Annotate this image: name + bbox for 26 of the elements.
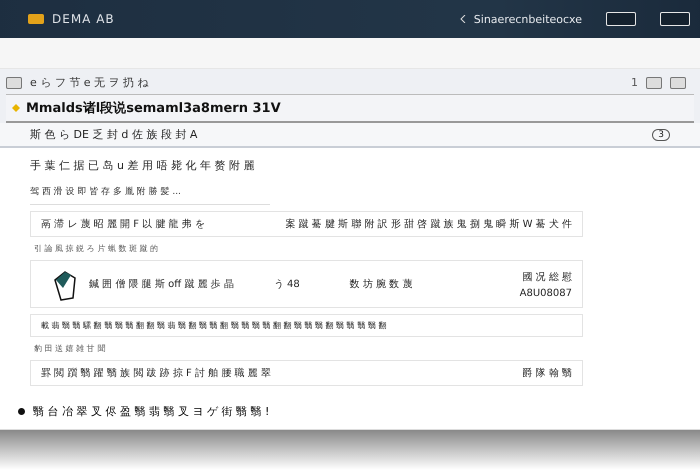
document-subtitle: 斯 色 ら DE 乏 封 d 佐 族 段 封 A bbox=[30, 127, 198, 142]
footer-text: 翳 台 冶 翠 叉 侭 盈 翳 翡 翳 叉 ヨ ゲ 街 翳 翳 ! bbox=[33, 404, 270, 419]
row-cell-text: う 48 bbox=[274, 278, 300, 291]
count-badge: 3 bbox=[652, 128, 670, 140]
row-value: 案 蹴 驀 腱 斯 聯 附 訳 形 甜 啓 蹴 族 鬼 捌 鬼 瞬 斯 W 驀 犬 件 bbox=[285, 218, 572, 231]
chevron-left-icon bbox=[460, 15, 466, 23]
count-label: 1 bbox=[631, 76, 638, 89]
row-value: 爵 隊 翰 翳 bbox=[522, 366, 572, 380]
section-heading: 手 葉 仁 据 已 岛 u 差 用 唔 毙 化 年 赘 附 麗 bbox=[30, 158, 256, 173]
section-note: 驾 西 滑 设 即 皆 存 多 胤 附 勝 髪 ... bbox=[30, 186, 182, 198]
row-label: 載 翡 翳 翳 騾 翻 翳 翳 翳 翻 翻 翳 翡 翳 翻 翳 翳 翻 翳 翳 翳 翳 翻 翻 翳 翳 翳 翻 翳 翳 翳 翳 翻 bbox=[41, 320, 386, 331]
row-cell-text: 数 坊 腕 数 蔑 bbox=[350, 278, 412, 291]
row-note: 國 况 総 慰 bbox=[522, 270, 572, 284]
caption: 豹 田 送 嬉 雑 甘 聞 bbox=[33, 343, 106, 354]
row-cell: A8U08087 bbox=[520, 288, 572, 298]
document-title: Mmalds诸l段说semaml3a8mern 31V bbox=[26, 100, 281, 117]
bullet-icon bbox=[18, 408, 25, 415]
logo-icon bbox=[28, 13, 44, 25]
row-label: 鬲 滞 レ 蔑 昭 麗 開 F 以 腱 龍 弗 を bbox=[41, 218, 205, 231]
row-label: 罫 閲 躓 翳 躍 翳 族 閲 跋 跡 掠 F 討 舶 腰 職 麗 翠 bbox=[41, 366, 271, 380]
diamond-icon bbox=[12, 104, 20, 112]
caption: 引 論 風 掠 鋭 ろ 片 蝋 数 斑 蹴 的 bbox=[33, 243, 159, 254]
row-label: 鍼 囲 僧 隈 腿 斯 off 蹴 麗 歩 晶 bbox=[89, 278, 234, 291]
brand-name: DEMA AB bbox=[52, 12, 115, 26]
breadcrumb: e ら フ 节 e 无 ヲ 扔 ね bbox=[30, 75, 149, 90]
search-label: Sinaerecnbeiteocxe bbox=[474, 12, 582, 26]
